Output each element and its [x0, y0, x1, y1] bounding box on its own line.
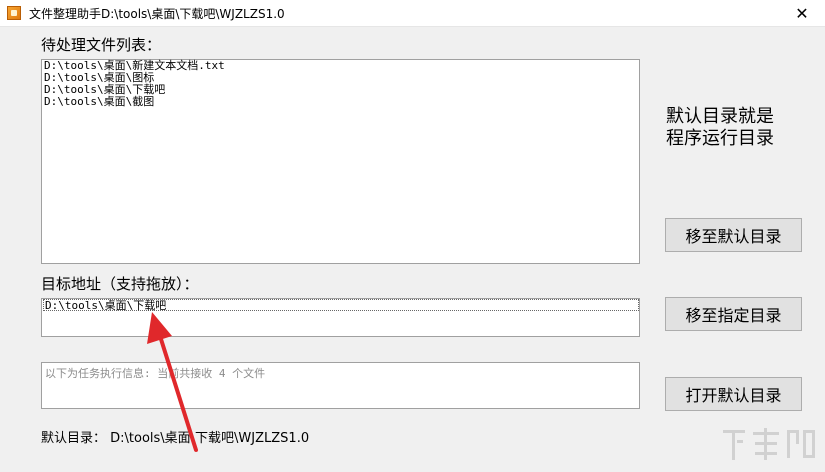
- target-address-field[interactable]: D:\tools\桌面\下载吧: [41, 298, 640, 337]
- pending-file-items: D:\tools\桌面\新建文本文档.txt D:\tools\桌面\图标 D:…: [42, 60, 639, 108]
- move-to-default-button[interactable]: 移至默认目录: [665, 218, 802, 252]
- title-bar: 文件整理助手D:\tools\桌面\下载吧\WJZLZS1.0 ✕: [0, 0, 825, 27]
- default-dir-footer: 默认目录： D:\tools\桌面\下载吧\WJZLZS1.0: [41, 431, 310, 446]
- pending-file-list[interactable]: D:\tools\桌面\新建文本文档.txt D:\tools\桌面\图标 D:…: [41, 59, 640, 264]
- app-icon: [7, 6, 21, 20]
- note-line-2: 程序运行目录: [666, 128, 774, 149]
- task-info-box[interactable]: 以下为任务执行信息: 当前共接收 4 个文件: [41, 362, 640, 409]
- window-title: 文件整理助手D:\tools\桌面\下载吧\WJZLZS1.0: [29, 6, 285, 21]
- default-dir-note: 默认目录就是 程序运行目录: [666, 106, 774, 150]
- pending-list-label: 待处理文件列表：: [41, 36, 162, 54]
- close-button[interactable]: ✕: [779, 0, 825, 26]
- task-info-text: 以下为任务执行信息: 当前共接收 4 个文件: [45, 367, 266, 380]
- list-item[interactable]: D:\tools\桌面\截图: [44, 96, 639, 108]
- target-address-value[interactable]: D:\tools\桌面\下载吧: [43, 299, 639, 312]
- xiazaiba-logo-watermark-icon: [723, 428, 815, 460]
- note-line-1: 默认目录就是: [666, 106, 774, 127]
- target-address-label: 目标地址（支持拖放）：: [41, 275, 199, 293]
- open-default-dir-button[interactable]: 打开默认目录: [665, 377, 802, 411]
- move-to-specified-button[interactable]: 移至指定目录: [665, 297, 802, 331]
